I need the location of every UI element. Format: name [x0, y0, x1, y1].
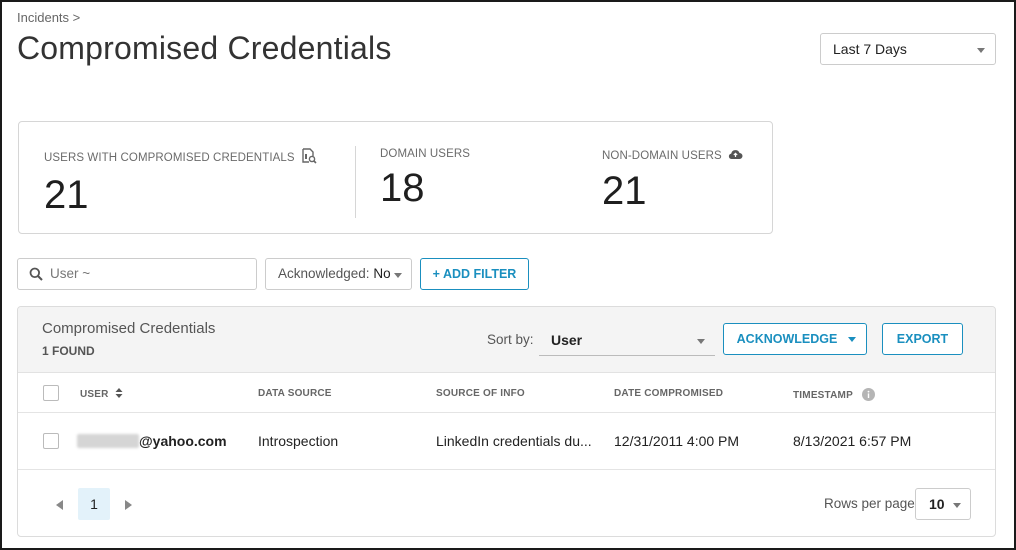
cell-date-compromised: 12/31/2011 4:00 PM	[614, 433, 740, 449]
acknowledge-button[interactable]: ACKNOWLEDGE	[723, 323, 867, 355]
chevron-down-icon	[394, 273, 402, 278]
chevron-down-icon	[697, 339, 705, 344]
cloud-upload-icon[interactable]	[728, 148, 743, 163]
page-title: Compromised Credentials	[17, 30, 392, 66]
report-search-icon[interactable]	[301, 148, 317, 167]
column-header-source-of-info: SOURCE OF INFO	[436, 388, 525, 399]
column-header-user-label: USER	[80, 389, 109, 400]
acknowledge-button-label: ACKNOWLEDGE	[736, 332, 838, 346]
info-icon[interactable]	[856, 388, 875, 401]
date-range-value: Last 7 Days	[833, 41, 907, 57]
stat-non-domain-users-value: 21	[602, 169, 647, 213]
stat-domain-users: DOMAIN USERS 18	[380, 148, 470, 211]
next-page-icon[interactable]	[125, 500, 132, 510]
row-divider	[18, 469, 995, 470]
cell-timestamp: 8/13/2021 6:57 PM	[793, 433, 912, 449]
sort-by-select[interactable]: User	[539, 324, 715, 356]
panel-header: Compromised Credentials 1 FOUND Sort by:…	[18, 307, 995, 373]
previous-page-icon[interactable]	[56, 500, 63, 510]
stat-compromised-users-label: USERS WITH COMPROMISED CREDENTIALS	[44, 151, 295, 164]
cell-data-source: Introspection	[258, 433, 339, 449]
credentials-panel: Compromised Credentials 1 FOUND Sort by:…	[17, 306, 996, 537]
column-header-timestamp-label: TIMESTAMP	[793, 390, 853, 401]
header-divider	[18, 412, 995, 413]
sort-icon[interactable]	[112, 388, 123, 400]
column-header-timestamp: TIMESTAMP	[793, 388, 875, 401]
rows-per-page-value: 10	[929, 496, 945, 512]
row-checkbox[interactable]	[43, 433, 59, 449]
date-range-select[interactable]: Last 7 Days	[820, 33, 996, 65]
cell-user[interactable]: @yahoo.com	[77, 433, 227, 449]
stat-non-domain-users: NON-DOMAIN USERS 21	[602, 148, 743, 214]
stat-divider	[355, 146, 356, 218]
chevron-down-icon	[848, 337, 856, 342]
cell-source-of-info: LinkedIn credentials du...	[436, 433, 592, 449]
chevron-down-icon	[953, 503, 961, 508]
column-header-user[interactable]: USER	[80, 388, 123, 400]
stat-non-domain-users-label: NON-DOMAIN USERS	[602, 149, 722, 162]
sort-label: Sort by:	[487, 332, 534, 347]
breadcrumb[interactable]: Incidents >	[17, 10, 80, 25]
column-header-data-source: DATA SOURCE	[258, 388, 332, 399]
acknowledged-filter[interactable]: Acknowledged: No	[265, 258, 412, 290]
result-count: 1 FOUND	[42, 344, 95, 358]
panel-title: Compromised Credentials	[42, 320, 216, 337]
export-button[interactable]: EXPORT	[882, 323, 963, 355]
select-all-checkbox[interactable]	[43, 385, 59, 401]
page-number-button[interactable]: 1	[78, 488, 110, 520]
stats-card: USERS WITH COMPROMISED CREDENTIALS 21 DO…	[18, 121, 773, 234]
add-filter-button[interactable]: + ADD FILTER	[420, 258, 529, 290]
search-placeholder: User ~	[50, 266, 91, 281]
sort-by-value: User	[551, 332, 583, 348]
column-header-date-compromised: DATE COMPROMISED	[614, 388, 724, 399]
redacted-username	[77, 434, 139, 448]
acknowledged-filter-label: Acknowledged:	[278, 266, 370, 281]
stat-compromised-users: USERS WITH COMPROMISED CREDENTIALS 21	[44, 148, 317, 218]
user-email-domain: @yahoo.com	[139, 433, 227, 449]
user-search-input[interactable]: User ~	[17, 258, 257, 290]
rows-per-page-select[interactable]: 10	[915, 488, 971, 520]
acknowledged-filter-value: No	[373, 266, 391, 281]
rows-per-page-label: Rows per page:	[824, 496, 919, 511]
stat-compromised-users-value: 21	[44, 173, 89, 217]
stat-domain-users-label: DOMAIN USERS	[380, 148, 471, 160]
chevron-down-icon	[977, 48, 985, 53]
stat-domain-users-value: 18	[380, 166, 425, 210]
search-icon	[29, 267, 43, 284]
